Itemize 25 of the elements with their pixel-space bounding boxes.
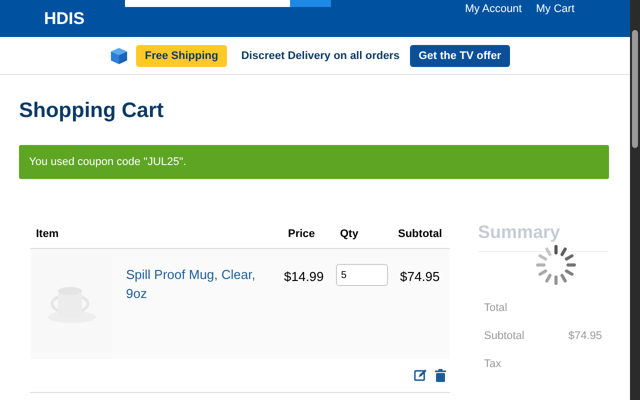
logo[interactable]: HDIS	[44, 9, 85, 29]
product-link[interactable]: Spill Proof Mug, Clear, 9oz	[126, 265, 276, 303]
cart-link[interactable]: My Cart	[536, 3, 574, 15]
account-link[interactable]: My Account	[465, 3, 522, 15]
free-shipping-badge: Free Shipping	[136, 44, 228, 66]
subtotal-text: $74.95	[400, 269, 440, 284]
summary-value: $74.95	[568, 330, 602, 342]
column-header: Qty	[340, 228, 360, 240]
tv-offer-button[interactable]: Get the TV offer	[410, 44, 510, 66]
search-field[interactable]	[125, 0, 290, 7]
summary-label: Subtotal	[484, 330, 524, 342]
trash-icon[interactable]	[435, 369, 446, 382]
column-header: Subtotal	[398, 228, 442, 240]
summary-label: Tax	[484, 358, 502, 370]
quantity-field[interactable]: 5	[336, 264, 388, 286]
price-text: $14.99	[284, 269, 325, 284]
box-icon	[110, 46, 128, 64]
column-header: Price	[288, 228, 316, 240]
promo-message: Discreet Delivery on all orders	[241, 50, 400, 62]
total-label: Total	[484, 302, 508, 314]
edit-icon[interactable]	[414, 369, 427, 382]
scrollbar[interactable]	[630, 0, 640, 400]
column-header: Item	[36, 228, 60, 240]
coupon-alert: You used coupon code "JUL25".	[19, 145, 609, 179]
page-title: Shopping Cart	[19, 99, 165, 123]
